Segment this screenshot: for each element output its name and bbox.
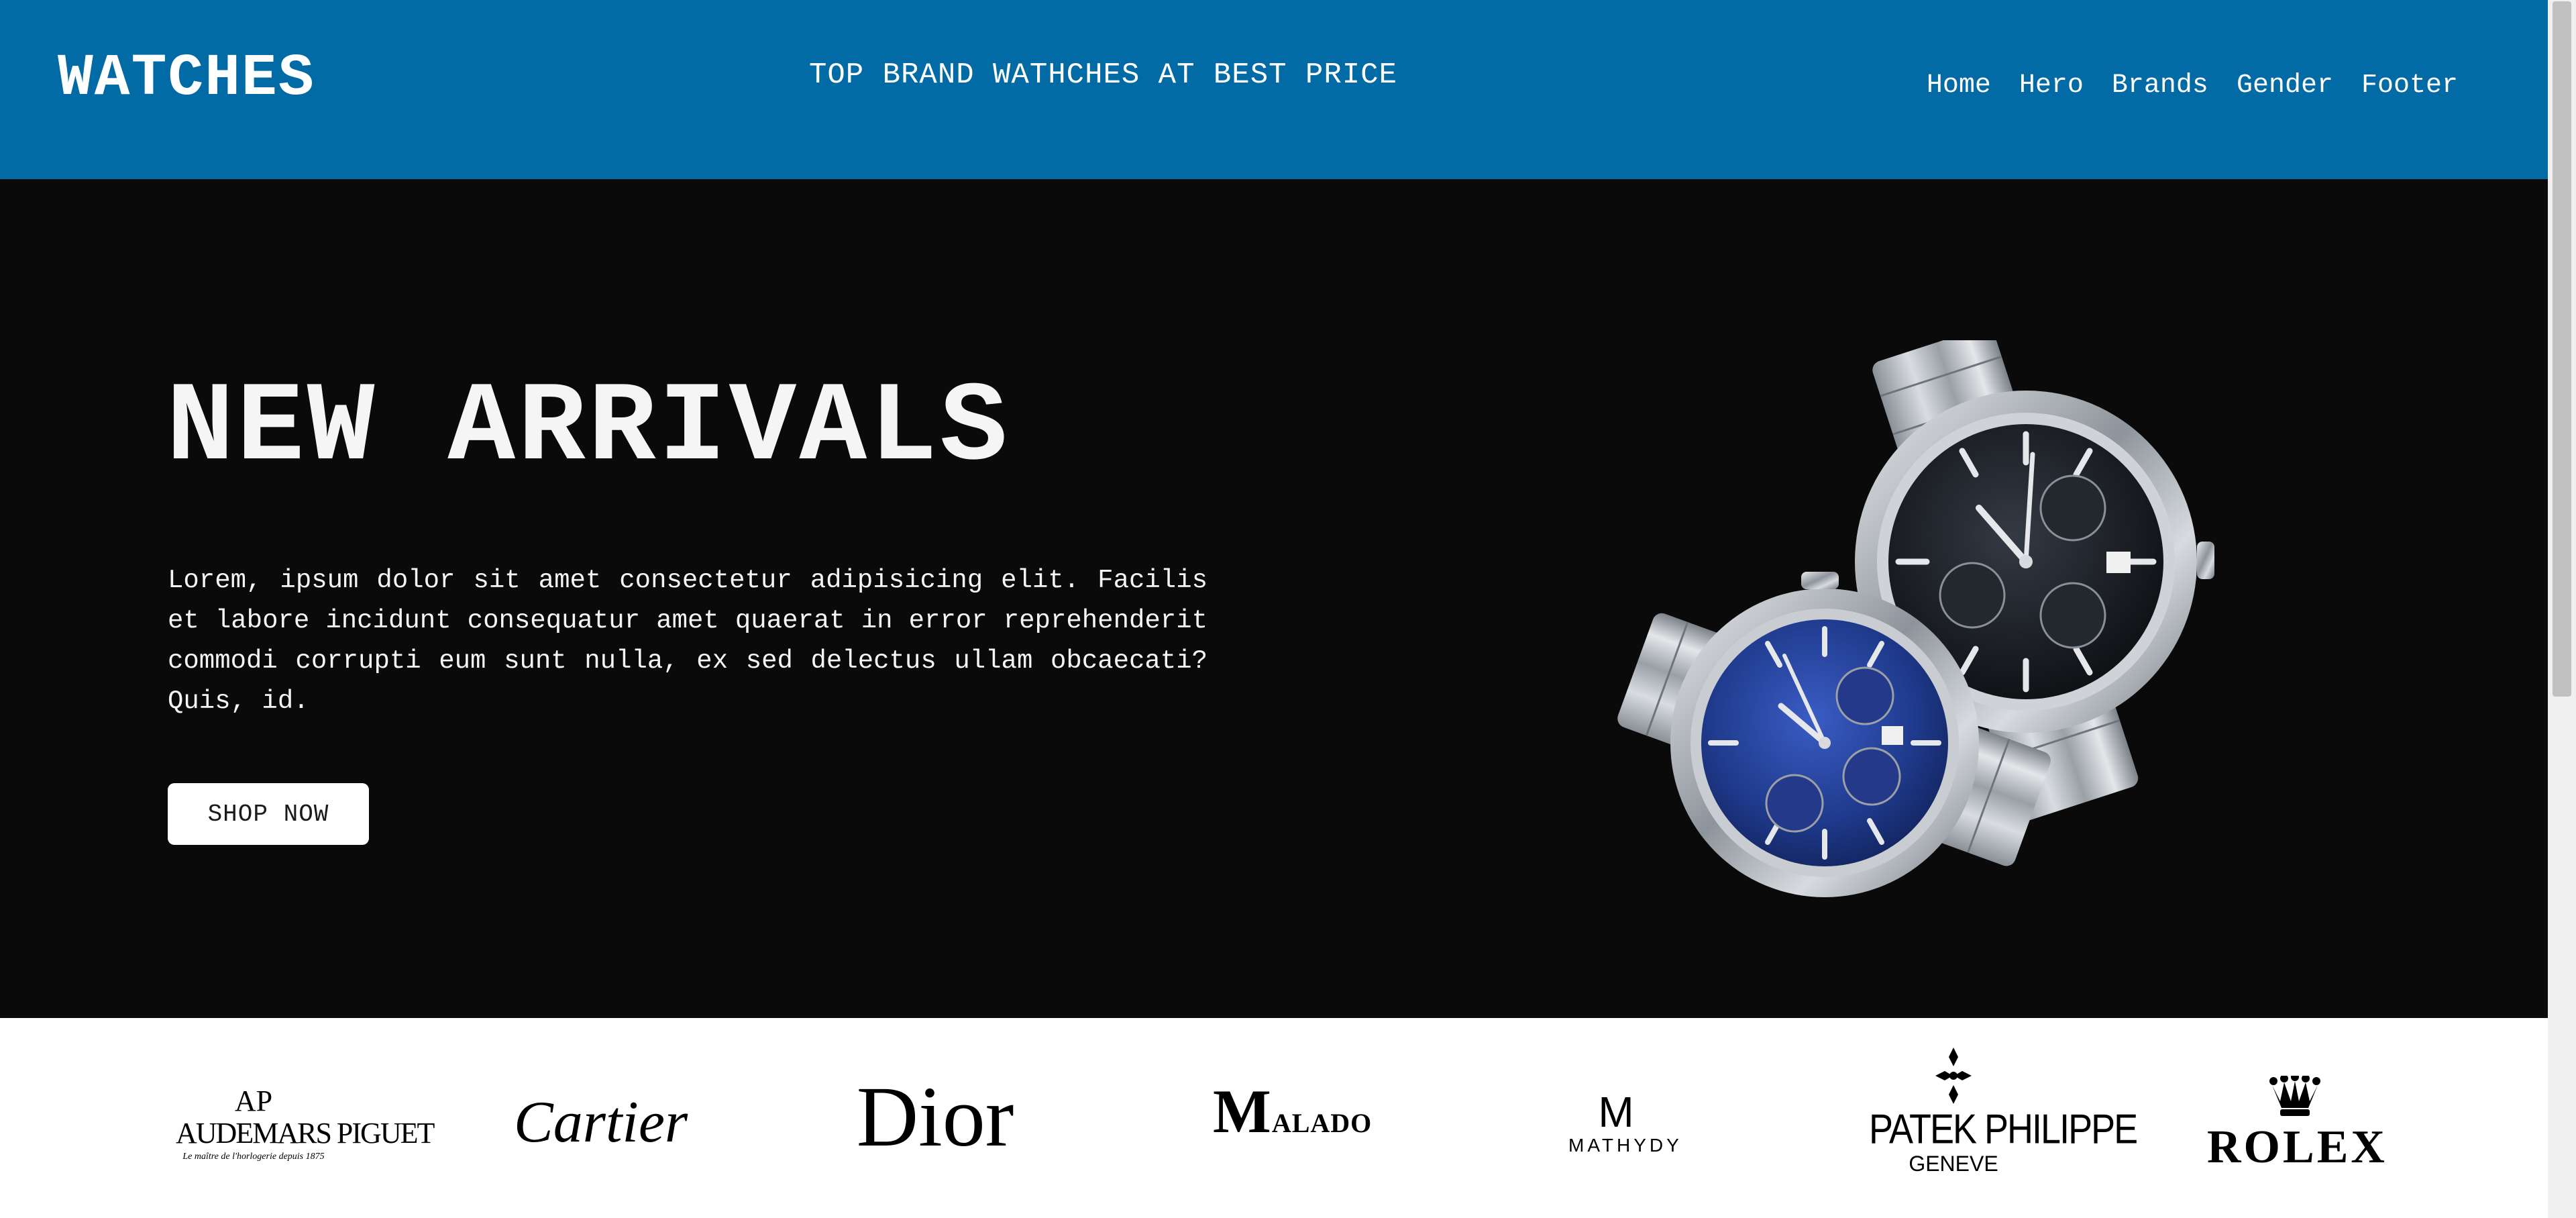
audemars-piguet-monogram: AP [234, 1084, 273, 1117]
nav-link-gender[interactable]: Gender [2237, 67, 2333, 105]
malado-wordmark: ALADO [1271, 1108, 1373, 1138]
rolex-wordmark: ROLEX [2207, 1121, 2387, 1173]
nav-link-footer[interactable]: Footer [2361, 67, 2458, 105]
scrollbar-thumb[interactable] [2553, 1, 2571, 697]
audemars-piguet-tagline: Le maître de l'horlogerie depuis 1875 [182, 1152, 325, 1162]
shop-now-button[interactable]: SHOP NOW [168, 783, 369, 845]
nav-link-home[interactable]: Home [1927, 67, 1991, 105]
audemars-piguet-wordmark: AUDEMARS PIGUET [176, 1117, 435, 1150]
brand-logo-patek-philippe[interactable]: PATEK PHILIPPE GENEVE [1869, 1048, 2138, 1177]
patek-philippe-wordmark: PATEK PHILIPPE [1869, 1106, 2138, 1153]
page-scrollbar[interactable] [2548, 0, 2576, 1218]
brand-logo-audemars-piguet[interactable]: AP AUDEMARS PIGUET Le maître de l'horlog… [176, 1084, 435, 1163]
header-tagline: TOP BRAND WATHCHES AT BEST PRICE [809, 58, 1397, 92]
brand-logo-dior[interactable]: Dior [849, 1073, 1021, 1160]
nav-link-hero[interactable]: Hero [2019, 67, 2084, 105]
wristwatch-pair-image [1617, 340, 2214, 897]
site-logo[interactable]: WATCHES [58, 40, 315, 118]
nav-link-brands[interactable]: Brands [2112, 67, 2208, 105]
page: WATCHES TOP BRAND WATHCHES AT BEST PRICE… [0, 0, 2548, 1218]
brand-logo-mathydy[interactable]: M MATHYDY [1568, 1088, 1682, 1158]
brand-logo-cartier[interactable]: Cartier [514, 1089, 688, 1156]
hero-title: NEW ARRIVALS [166, 365, 1010, 493]
brand-logo-rolex[interactable]: ROLEX [2207, 1073, 2387, 1173]
malado-initial: M [1213, 1077, 1272, 1146]
brands-strip: AP AUDEMARS PIGUET Le maître de l'horlog… [0, 1018, 2548, 1218]
calatrava-cross-icon [1935, 1048, 1972, 1104]
hero-description: Lorem, ipsum dolor sit amet consectetur … [168, 566, 1208, 716]
crown-icon [2269, 1073, 2320, 1116]
site-header: WATCHES TOP BRAND WATHCHES AT BEST PRICE… [0, 0, 2548, 179]
mathydy-wordmark: MATHYDY [1568, 1135, 1682, 1156]
brand-logo-malado[interactable]: MALADO [1213, 1076, 1371, 1147]
main-nav: Home Hero Brands Gender Footer [1927, 67, 2458, 105]
hero-section: NEW ARRIVALS Lorem, ipsum dolor sit amet… [0, 179, 2548, 1018]
patek-philippe-city: GENEVE [1909, 1152, 1998, 1176]
mathydy-monogram: M [1598, 1088, 1634, 1136]
